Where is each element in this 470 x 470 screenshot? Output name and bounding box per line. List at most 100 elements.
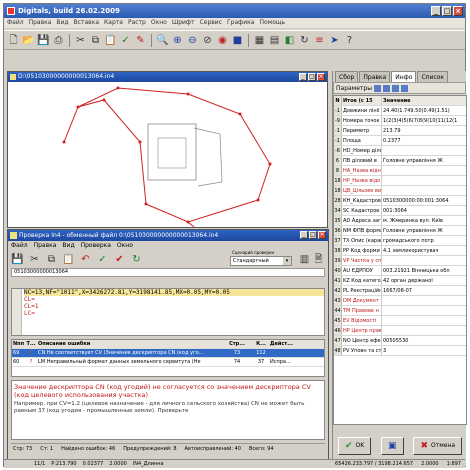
- fix-icon[interactable]: ✔: [113, 253, 126, 266]
- col-header[interactable]: Описание ошибки: [36, 340, 222, 348]
- dialog-minimize-button[interactable]: _: [300, 231, 308, 239]
- menu-insert[interactable]: Вставка: [74, 18, 99, 28]
- menu-window[interactable]: Окно: [151, 18, 167, 28]
- drawing-minimize-button[interactable]: _: [299, 73, 307, 81]
- attribute-row[interactable]: 18 НР_Назва відо: [334, 176, 466, 186]
- tab-collect[interactable]: Сбор: [335, 71, 359, 82]
- zoom-icon[interactable]: 🔍: [156, 34, 169, 47]
- zoom-in-icon[interactable]: ⊕: [171, 34, 184, 47]
- menu-edit[interactable]: Правка: [29, 18, 52, 28]
- attribute-row[interactable]: 41 KZ Код катего 42 орган держаної: [334, 276, 466, 286]
- attribute-row[interactable]: 48 PV Уповн та ст 3: [334, 346, 466, 356]
- attribute-row[interactable]: 36 NM ФПВ форма Головне управління Ж: [334, 226, 466, 236]
- print-icon[interactable]: ⎙: [52, 34, 65, 47]
- attribute-table[interactable]: N Итое (с 15 Значение -1 Довжини лінії 24.40(…: [333, 95, 467, 425]
- save-icon[interactable]: 💾: [11, 253, 24, 266]
- attribute-row[interactable]: 42 PL Реєстраційн 1667/08-07: [334, 286, 466, 296]
- paste-icon[interactable]: 📋: [104, 34, 117, 47]
- grid-icon[interactable]: ▦: [253, 34, 266, 47]
- col-header[interactable]: К...: [252, 340, 270, 348]
- nav-prev-icon[interactable]: [382, 84, 390, 92]
- attribute-row[interactable]: -1 Периметр 213.79: [334, 126, 466, 136]
- lines-icon[interactable]: ≡: [313, 34, 326, 47]
- report-icon[interactable]: 🗎: [312, 253, 325, 266]
- col-header[interactable]: Nпп: [12, 340, 26, 348]
- menu-view[interactable]: Вид: [56, 18, 68, 28]
- menu-raster[interactable]: Растр: [128, 18, 146, 28]
- attribute-row[interactable]: 46 HP Центр прав: [334, 326, 466, 336]
- attribute-row[interactable]: 40 AU ЄДРПОУ 003.21921 Вінницька обл: [334, 266, 466, 276]
- tab-list[interactable]: Список: [417, 71, 449, 82]
- open-folder-icon[interactable]: 📂: [22, 34, 35, 47]
- minimize-button[interactable]: _: [431, 6, 441, 16]
- attribute-row[interactable]: 6 ПВ діловий в Головне управління Ж: [334, 156, 466, 166]
- drawing-maximize-button[interactable]: □: [308, 73, 316, 81]
- maximize-button[interactable]: □: [442, 6, 452, 16]
- map-canvas[interactable]: [8, 82, 327, 227]
- col-header[interactable]: Дейст...: [270, 340, 324, 348]
- attribute-row[interactable]: 44 TM Правове н: [334, 306, 466, 316]
- cut-icon[interactable]: ✂: [28, 253, 41, 266]
- menu-graphics[interactable]: Графика: [227, 18, 254, 28]
- dialog-menu-check[interactable]: Проверка: [81, 241, 111, 250]
- menu-font[interactable]: Шрифт: [172, 18, 195, 28]
- col-header[interactable]: Стр...: [222, 340, 252, 348]
- save-panel-button[interactable]: ▣: [381, 437, 404, 455]
- ok-button[interactable]: ✔ OK: [337, 437, 372, 455]
- col-header[interactable]: Т...: [26, 340, 36, 348]
- mode-select[interactable]: Стандартный ▾: [230, 256, 292, 266]
- zoom-out-icon[interactable]: ⊖: [186, 34, 199, 47]
- nav-next-icon[interactable]: [391, 84, 399, 92]
- run-check-icon[interactable]: ▥: [298, 253, 311, 266]
- attribute-row[interactable]: 45 EV Відомості: [334, 316, 466, 326]
- dialog-maximize-button[interactable]: □: [309, 231, 317, 239]
- nav-last-icon[interactable]: [400, 84, 408, 92]
- file-tab[interactable]: 05103000000013064: [11, 268, 325, 277]
- cut-icon[interactable]: ✂: [74, 34, 87, 47]
- cancel-button[interactable]: ✖ Отмена: [413, 437, 463, 455]
- attribute-table-header[interactable]: N Итое (с 15 Значение: [334, 96, 466, 106]
- attribute-row[interactable]: 47 NO Центр ефек 00505530: [334, 336, 466, 346]
- attribute-row[interactable]: 38 PP Код форми 4.1 землекористувач: [334, 246, 466, 256]
- undo-icon[interactable]: ↶: [79, 253, 92, 266]
- rotate-icon[interactable]: ↻: [298, 34, 311, 47]
- tab-edit[interactable]: Правка: [359, 71, 391, 82]
- paste-icon[interactable]: 📋: [62, 253, 75, 266]
- layers-icon[interactable]: ◧: [283, 34, 296, 47]
- table-row[interactable]: 60 ? LM Неправильный формат данных земел…: [12, 358, 324, 367]
- dialog-menu-window[interactable]: Окно: [117, 241, 133, 250]
- save-icon[interactable]: 💾: [37, 34, 50, 47]
- attribute-row[interactable]: -9 Номера точок 1(2(3(4(5(6(7(8(9(10(11(12…: [334, 116, 466, 126]
- attribute-row[interactable]: 34 SC Кадастров 001:3064: [334, 206, 466, 216]
- attribute-row[interactable]: -6 HD_Номер діля: [334, 146, 466, 156]
- dialog-close-button[interactable]: ×: [318, 231, 326, 239]
- table-icon[interactable]: ▤: [268, 34, 281, 47]
- attribute-row[interactable]: 39 VP Частка у сп: [334, 256, 466, 266]
- close-button[interactable]: ×: [453, 6, 463, 16]
- pencil-icon[interactable]: ✎: [134, 34, 147, 47]
- pointer-icon[interactable]: ➤: [328, 34, 341, 47]
- drawing-close-button[interactable]: ×: [317, 73, 325, 81]
- new-file-icon[interactable]: 🗋: [7, 34, 20, 47]
- attribute-row[interactable]: 43 DM Документ: [334, 296, 466, 306]
- refresh-icon[interactable]: ↻: [130, 253, 143, 266]
- attribute-row[interactable]: 18 ЦВ_Цільове вик: [334, 186, 466, 196]
- dialog-menu-edit[interactable]: Правка: [34, 241, 57, 250]
- dialog-menu-view[interactable]: Вид: [62, 241, 74, 250]
- tab-info[interactable]: Инфо: [391, 71, 417, 82]
- zoom-reset-icon[interactable]: ⊘: [201, 34, 214, 47]
- menu-file[interactable]: Файл: [7, 18, 24, 28]
- code-editor[interactable]: NC=13,NF="1011",X=3426272.81,Y=3198141.8…: [11, 288, 325, 336]
- attribute-row[interactable]: 28 КН_Кадастрове 0510300000:00:001:3064: [334, 196, 466, 206]
- attribute-row[interactable]: -1 Довжини лінії 24.40(1.749.50(0.49(1.51): [334, 106, 466, 116]
- check-icon[interactable]: ✓: [96, 253, 109, 266]
- fill-icon[interactable]: ■: [231, 34, 244, 47]
- help-icon[interactable]: ?: [343, 34, 356, 47]
- attribute-row[interactable]: -1 Площа 0.2377: [334, 136, 466, 146]
- copy-icon[interactable]: ⧉: [89, 34, 102, 47]
- attribute-row[interactable]: 35 AD Адреса заг м. Жмеринка вул. Київ: [334, 216, 466, 226]
- menu-map[interactable]: Карта: [104, 18, 123, 28]
- chevron-down-icon[interactable]: ▾: [283, 257, 291, 265]
- menu-service[interactable]: Сервис: [200, 18, 222, 28]
- nav-first-icon[interactable]: [373, 84, 381, 92]
